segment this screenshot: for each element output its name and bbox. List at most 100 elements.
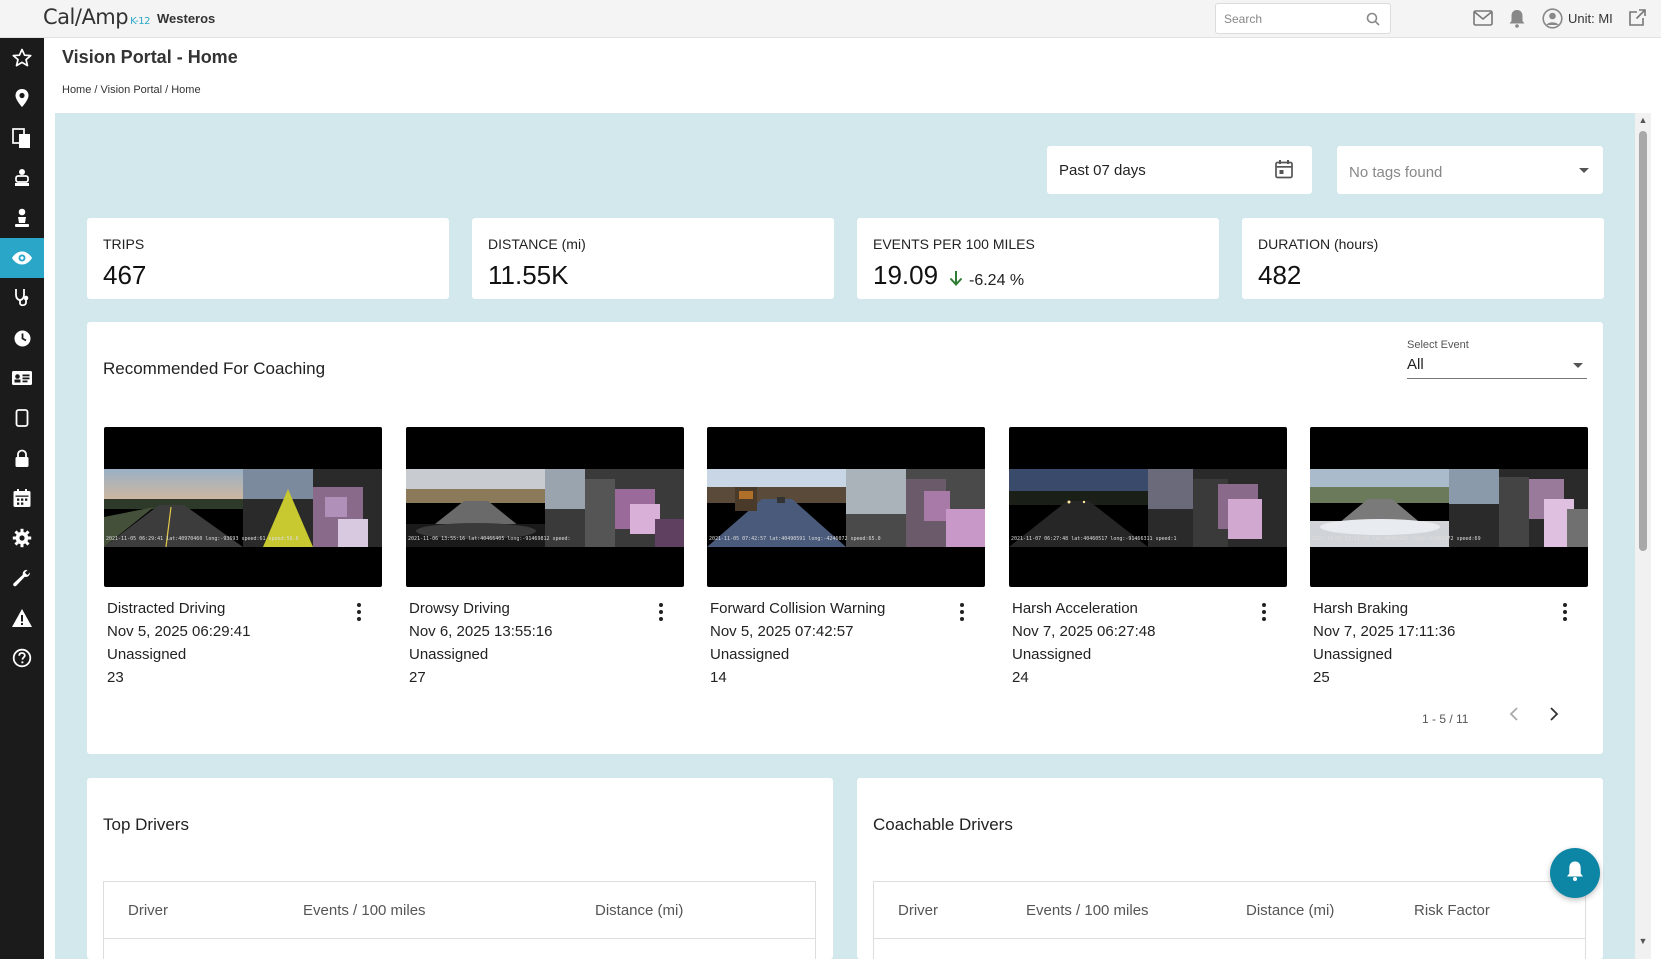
star-icon[interactable]: [0, 38, 44, 78]
scrollbar-thumb[interactable]: [1639, 131, 1647, 551]
coaching-event-card[interactable]: 2021-11-06 13:55:16 lat:40466405 long:-9…: [406, 427, 684, 686]
column-header[interactable]: Distance (mi): [595, 902, 683, 919]
coaching-event-card[interactable]: 2021-11-05 07:42:57 lat:40490591 long:-4…: [707, 427, 985, 686]
scroll-up-arrow-icon[interactable]: ▲: [1638, 115, 1648, 125]
person-icon[interactable]: [0, 198, 44, 238]
stat-card-distance: DISTANCE (mi) 11.55K: [472, 218, 834, 299]
stethoscope-icon[interactable]: [0, 278, 44, 318]
top-drivers-card: Top Drivers Driver Events / 100 miles Di…: [87, 778, 833, 959]
select-event-value: All: [1407, 356, 1424, 373]
breadcrumb[interactable]: Home / Vision Portal / Home: [62, 84, 201, 96]
lock-icon[interactable]: [0, 438, 44, 478]
column-header[interactable]: Driver: [898, 902, 938, 919]
logo-text: Cal/Amp: [43, 5, 129, 29]
stat-label: EVENTS PER 100 MILES: [873, 236, 1035, 252]
notification-fab-button[interactable]: [1550, 848, 1600, 898]
video-timestamp-overlay: 2021-11-07 06:27:48 lat:40460517 long:-9…: [1011, 536, 1177, 542]
section-title: Recommended For Coaching: [103, 359, 326, 378]
event-datetime: Nov 7, 2025 17:11:36: [1313, 623, 1456, 640]
scroll-down-arrow-icon[interactable]: ▼: [1638, 936, 1648, 946]
event-datetime: Nov 5, 2025 07:42:57: [710, 623, 854, 640]
chevron-left-icon[interactable]: [1507, 706, 1521, 727]
event-assignee: Unassigned: [1313, 646, 1393, 663]
more-options-icon[interactable]: [957, 603, 967, 621]
event-assignee: Unassigned: [710, 646, 790, 663]
column-header[interactable]: Risk Factor: [1414, 902, 1490, 919]
eye-icon[interactable]: [0, 238, 44, 278]
calendar-icon[interactable]: [1274, 159, 1294, 184]
more-options-icon[interactable]: [354, 603, 364, 621]
event-count: 23: [107, 669, 124, 686]
event-datetime: Nov 6, 2025 13:55:16: [409, 623, 553, 640]
documents-icon[interactable]: [0, 118, 44, 158]
stat-value: 19.09: [873, 260, 939, 290]
select-event-dropdown[interactable]: Select Event All: [1407, 339, 1587, 379]
driver-seat-icon[interactable]: [0, 158, 44, 198]
video-timestamp-overlay: 2021-11-05 07:42:57 lat:40490591 long:-4…: [709, 536, 881, 542]
stat-card-trips: TRIPS 467: [87, 218, 449, 299]
stat-value: 467: [103, 260, 147, 290]
column-header[interactable]: Driver: [128, 902, 168, 919]
page-title: Vision Portal - Home: [62, 47, 238, 67]
more-options-icon[interactable]: [656, 603, 666, 621]
column-header[interactable]: Events / 100 miles: [303, 902, 426, 919]
event-video-thumbnail[interactable]: 2021-11-05 06:29:41 lat:40970460 long:-9…: [104, 427, 382, 587]
warning-icon[interactable]: [0, 598, 44, 638]
coaching-event-card[interactable]: 2021-11-05 06:29:41 lat:40970460 long:-9…: [104, 427, 382, 686]
arrow-down-icon: [949, 270, 963, 291]
stat-label: DURATION (hours): [1258, 236, 1379, 252]
recommended-coaching-card: Recommended For Coaching Select Event Al…: [87, 322, 1603, 754]
date-range-picker[interactable]: Past 07 days: [1047, 146, 1312, 194]
event-count: 24: [1012, 669, 1029, 686]
bell-icon: [1565, 860, 1585, 887]
search-box: [1215, 3, 1391, 34]
top-drivers-table: Driver Events / 100 miles Distance (mi): [103, 881, 816, 959]
trend-value: -6.24 %: [969, 271, 1025, 289]
column-header[interactable]: Events / 100 miles: [1026, 902, 1149, 919]
event-type: Drowsy Driving: [409, 600, 510, 617]
tablet-icon[interactable]: [0, 398, 44, 438]
more-options-icon[interactable]: [1560, 603, 1570, 621]
mail-icon[interactable]: [1473, 10, 1493, 31]
side-navigation: [0, 38, 44, 959]
more-options-icon[interactable]: [1259, 603, 1269, 621]
gear-icon[interactable]: [0, 518, 44, 558]
wrench-icon[interactable]: [0, 558, 44, 598]
coachable-drivers-table: Driver Events / 100 miles Distance (mi) …: [873, 881, 1586, 959]
clock-icon[interactable]: [0, 318, 44, 358]
location-pin-icon[interactable]: [0, 78, 44, 118]
search-icon[interactable]: [1366, 12, 1380, 31]
tags-placeholder: No tags found: [1349, 164, 1443, 181]
help-icon[interactable]: [0, 638, 44, 678]
top-bar: Cal/AmpK-12 Westeros Unit: MI: [0, 0, 1661, 38]
event-video-thumbnail[interactable]: 2021-11-07 17:11:36 lat:40406427 long:-9…: [1310, 427, 1588, 587]
event-video-thumbnail[interactable]: 2021-11-05 07:42:57 lat:40490591 long:-4…: [707, 427, 985, 587]
coaching-event-card[interactable]: 2021-11-07 06:27:48 lat:40460517 long:-9…: [1009, 427, 1287, 686]
bell-icon[interactable]: [1508, 9, 1526, 33]
event-video-thumbnail[interactable]: 2021-11-06 13:55:16 lat:40466405 long:-9…: [406, 427, 684, 587]
calendar-icon[interactable]: [0, 478, 44, 518]
tags-select[interactable]: No tags found: [1337, 146, 1603, 194]
event-datetime: Nov 7, 2025 06:27:48: [1012, 623, 1156, 640]
select-event-label: Select Event: [1407, 339, 1469, 351]
coaching-event-card[interactable]: 2021-11-07 17:11:36 lat:40406427 long:-9…: [1310, 427, 1588, 686]
event-count: 27: [409, 669, 426, 686]
event-video-thumbnail[interactable]: 2021-11-07 06:27:48 lat:40460517 long:-9…: [1009, 427, 1287, 587]
trend-indicator: -6.24 %: [949, 270, 1024, 291]
video-timestamp-overlay: 2021-11-06 13:55:16 lat:40466405 long:-9…: [408, 536, 571, 542]
stat-value: 482: [1258, 260, 1302, 290]
vertical-scrollbar[interactable]: ▲ ▼: [1635, 113, 1651, 959]
user-avatar-icon[interactable]: [1542, 8, 1563, 34]
event-count: 14: [710, 669, 727, 686]
logo-suffix: K-12: [130, 16, 150, 27]
id-card-icon[interactable]: [0, 358, 44, 398]
organization-name[interactable]: Westeros: [157, 11, 215, 26]
calamp-logo[interactable]: Cal/Amp K-12: [43, 5, 150, 29]
unit-label[interactable]: Unit: MI: [1568, 11, 1613, 26]
external-link-icon[interactable]: [1628, 8, 1647, 32]
chevron-right-icon[interactable]: [1547, 706, 1561, 727]
column-header[interactable]: Distance (mi): [1246, 902, 1334, 919]
chevron-down-icon: [1573, 363, 1583, 368]
table-header-divider: [104, 938, 815, 939]
search-input[interactable]: [1224, 10, 1364, 28]
